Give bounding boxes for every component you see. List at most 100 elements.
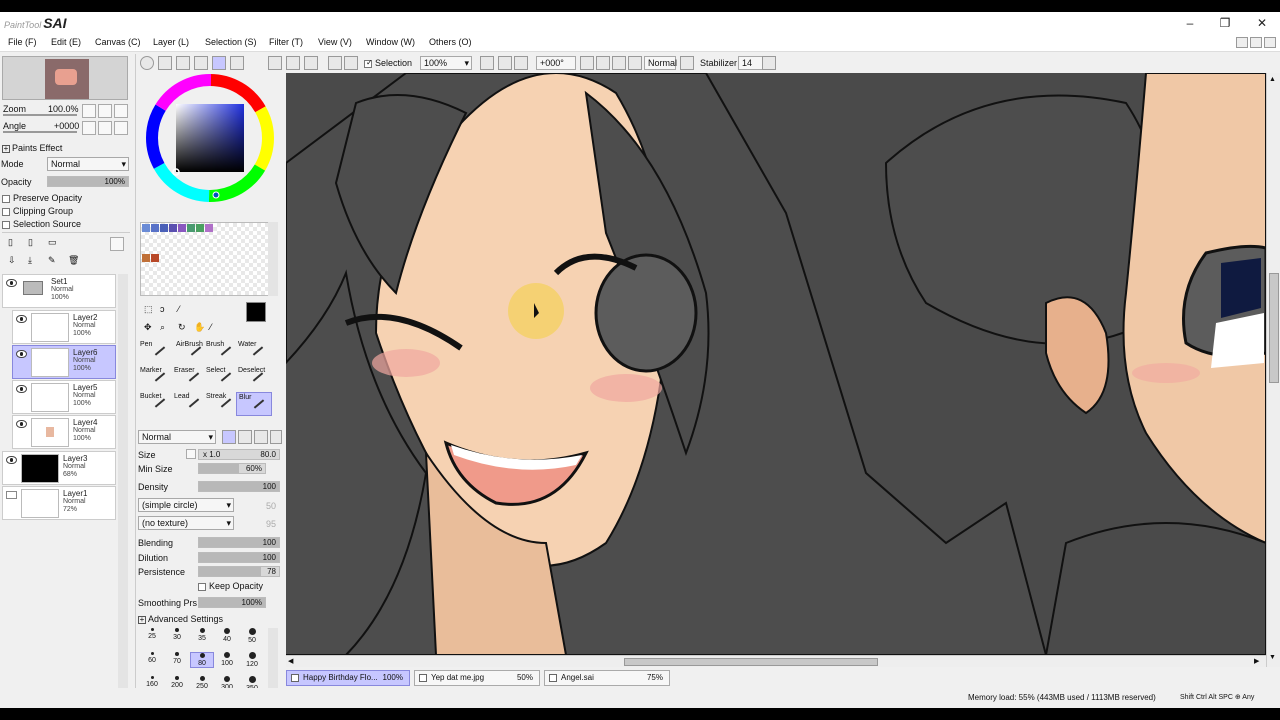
size-multiplier-icon[interactable] <box>186 449 196 459</box>
layer-layer5[interactable]: Layer5 Normal 100% <box>12 380 116 414</box>
layer-set1[interactable]: Set1 Normal 100% <box>2 274 116 308</box>
tool-water[interactable]: Water <box>236 340 272 364</box>
panel-options-icon[interactable] <box>268 56 282 70</box>
color-swatch[interactable] <box>169 224 177 232</box>
visibility-eye-icon[interactable] <box>16 385 27 393</box>
color-wheel[interactable] <box>144 72 276 204</box>
tool-marker[interactable]: Marker <box>138 366 174 390</box>
clear-layer-icon[interactable]: ✎ <box>48 255 62 269</box>
blending-slider[interactable]: 100 <box>198 537 280 548</box>
zoom-reset-icon[interactable] <box>514 56 528 70</box>
vertical-scroll-thumb[interactable] <box>1269 273 1279 383</box>
visibility-eye-icon[interactable] <box>16 315 27 323</box>
visibility-eye-icon[interactable] <box>16 350 27 358</box>
menu-selection[interactable]: Selection (S) <box>205 37 257 47</box>
show-selection-icon[interactable] <box>344 56 358 70</box>
zoom-slider[interactable] <box>3 114 77 116</box>
layer-opacity-slider[interactable]: 100% <box>47 176 129 187</box>
new-layer-icon[interactable]: ▯ <box>8 237 22 251</box>
mdi-minimize-button[interactable] <box>1236 37 1248 48</box>
move-icon[interactable]: ✥ <box>144 322 152 333</box>
clipping-group-checkbox[interactable]: Clipping Group <box>2 206 73 216</box>
scroll-left-icon[interactable]: ◀ <box>288 657 298 667</box>
magic-wand-icon[interactable]: ⁄ <box>178 304 180 314</box>
blend-mode-select[interactable]: Normal ▾ <box>47 157 129 171</box>
layer-layer1[interactable]: Layer1 Normal 72% <box>2 486 116 520</box>
mdi-restore-button[interactable] <box>1250 37 1262 48</box>
drawing-canvas[interactable] <box>286 73 1266 655</box>
tab-angel-sai[interactable]: Angel.sai 75% <box>544 670 670 686</box>
rotate-left-icon[interactable] <box>580 56 594 70</box>
navigator-preview[interactable] <box>2 56 128 100</box>
brush-shape-3-icon[interactable] <box>254 430 268 444</box>
nav-rotate-reset-icon[interactable] <box>98 121 112 135</box>
horizontal-scroll-thumb[interactable] <box>624 658 878 666</box>
zoom-select[interactable]: 100% ▾ <box>420 56 472 70</box>
scratchpad-icon[interactable] <box>230 56 244 70</box>
density-slider[interactable]: 100 <box>198 481 280 492</box>
menu-layer[interactable]: Layer (L) <box>153 37 189 47</box>
new-linework-icon[interactable]: ▯ <box>28 237 42 251</box>
mixer-icon[interactable] <box>194 56 208 70</box>
persistence-slider[interactable]: 78 <box>198 566 280 577</box>
brush-size-35[interactable]: 35 <box>190 628 214 642</box>
color-swatch[interactable] <box>178 224 186 232</box>
preserve-opacity-checkbox[interactable]: Preserve Opacity <box>2 193 82 203</box>
brush-size-30[interactable]: 30 <box>165 628 189 641</box>
rotate-icon[interactable]: ↻ <box>178 322 186 333</box>
brush-size-100[interactable]: 100 <box>215 652 239 667</box>
rotate-reset-icon[interactable] <box>612 56 626 70</box>
visibility-eye-icon[interactable] <box>6 279 17 287</box>
color-swatch[interactable] <box>160 224 168 232</box>
brush-size-40[interactable]: 40 <box>215 628 239 643</box>
color-swatch[interactable] <box>142 254 150 262</box>
menu-canvas[interactable]: Canvas (C) <box>95 37 141 47</box>
mask-icon[interactable] <box>110 237 124 251</box>
select-mode-icon[interactable] <box>286 56 300 70</box>
visibility-eye-icon[interactable] <box>16 420 27 428</box>
color-swatch[interactable] <box>187 224 195 232</box>
tab-yep-dat-me[interactable]: Yep dat me.jpg 50% <box>414 670 540 686</box>
transfer-down-icon[interactable]: ⇩ <box>8 255 22 269</box>
layer-layer3[interactable]: Layer3 Normal 68% <box>2 451 116 485</box>
scroll-right-icon[interactable]: ▶ <box>1254 657 1264 667</box>
selection-toggle[interactable]: ✓ Selection <box>364 58 412 68</box>
menu-file[interactable]: File (F) <box>8 37 37 47</box>
mdi-close-button[interactable] <box>1264 37 1276 48</box>
brush-shape-select[interactable]: (simple circle) ▾ <box>138 498 234 512</box>
hand-icon[interactable]: ✋ <box>194 322 205 333</box>
smoothing-slider[interactable]: 100% <box>198 597 266 608</box>
zoom-icon[interactable]: ⌕ <box>160 322 165 333</box>
advanced-settings-toggle[interactable]: + Advanced Settings <box>138 614 223 624</box>
close-button[interactable]: ✕ <box>1250 14 1274 32</box>
hsv-slider-icon[interactable] <box>176 56 190 70</box>
selection-source-checkbox[interactable]: Selection Source <box>2 219 81 229</box>
tool-lead[interactable]: Lead <box>172 392 208 416</box>
zoom-out-icon[interactable] <box>480 56 494 70</box>
nav-zoom-fit-icon[interactable] <box>114 104 128 118</box>
color-wheel-mode-icon[interactable] <box>140 56 154 70</box>
menu-lines-icon[interactable] <box>680 56 694 70</box>
color-swatch[interactable] <box>205 224 213 232</box>
stabilizer-dropdown-icon[interactable] <box>762 56 776 70</box>
nav-zoom-in-icon[interactable] <box>98 104 112 118</box>
merge-down-icon[interactable]: ⤓ <box>28 255 42 269</box>
layer-scrollbar[interactable] <box>118 274 128 694</box>
zoom-in-icon[interactable] <box>498 56 512 70</box>
paints-effect-header[interactable]: + Paints Effect <box>2 143 62 153</box>
brush-size-60[interactable]: 60 <box>140 652 164 664</box>
rotate-right-icon[interactable] <box>596 56 610 70</box>
menu-filter[interactable]: Filter (T) <box>269 37 303 47</box>
color-swatch[interactable] <box>196 224 204 232</box>
swatches-mode-icon[interactable] <box>212 56 226 70</box>
scroll-up-icon[interactable]: ▲ <box>1269 75 1279 85</box>
brush-size-25[interactable]: 25 <box>140 628 164 640</box>
layer-layer2[interactable]: Layer2 Normal 100% <box>12 310 116 344</box>
flip-icon[interactable] <box>628 56 642 70</box>
tool-eraser[interactable]: Eraser <box>172 366 208 390</box>
nav-rotate-right-icon[interactable] <box>114 121 128 135</box>
tool-streak[interactable]: Streak <box>204 392 240 416</box>
menu-window[interactable]: Window (W) <box>366 37 415 47</box>
brush-size-160[interactable]: 160 <box>140 676 164 688</box>
eyedropper-icon[interactable]: ⁄ <box>210 322 212 332</box>
